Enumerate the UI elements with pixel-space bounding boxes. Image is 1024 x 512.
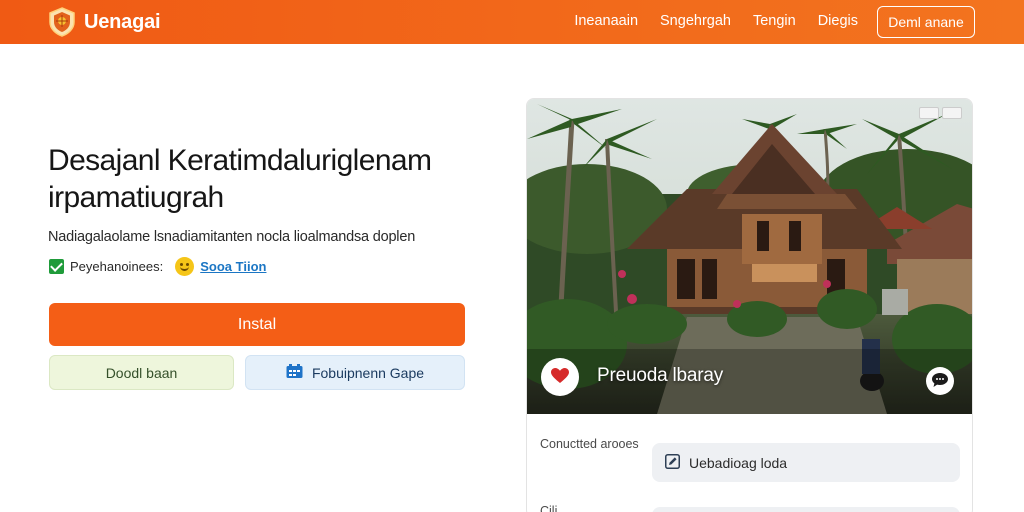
badge-icon-2	[942, 107, 962, 119]
secondary-blue-label: Fobuipnenn Gape	[311, 364, 425, 381]
header-cta-button[interactable]: Deml anane	[877, 6, 975, 38]
hero-title: Desajanl Keratimdaluriglenam irpamatiugr…	[48, 142, 478, 216]
nav-link-1[interactable]: Ineanaain	[574, 13, 638, 29]
second-input[interactable]	[652, 507, 960, 512]
shield-logo-icon	[48, 7, 76, 37]
feature-check-label: Peyehanoinees:	[70, 259, 164, 274]
nav-link-3[interactable]: Tengin	[753, 13, 796, 29]
chat-icon	[932, 372, 948, 390]
secondary-green-button[interactable]: Doodl baan	[49, 355, 234, 390]
grid-icon	[286, 363, 303, 382]
install-button[interactable]: Instal	[49, 303, 465, 346]
photo-badges	[919, 107, 962, 119]
edit-icon	[665, 453, 680, 472]
brand-name: Uenagai	[84, 10, 161, 33]
field-label-2: Cili	[540, 504, 558, 512]
chat-button[interactable]	[926, 367, 954, 395]
nav-link-4[interactable]: Diegis	[818, 13, 858, 29]
hero-title-line-1: Desajanl Keratimdaluriglenam	[48, 144, 432, 177]
field-label: Conuctted arooes	[540, 437, 639, 451]
heart-icon	[551, 367, 569, 387]
hero-subtitle: Nadiagalaolame lsnadiamitanten nocla lio…	[48, 229, 416, 245]
badge-icon-1	[919, 107, 939, 119]
checkbox-icon[interactable]	[49, 259, 64, 274]
photo-caption: Preuoda lbaray	[597, 365, 724, 386]
main-nav: Ineanaain Sngehrgah Tengin Diegis	[574, 13, 858, 29]
detail-input-value: Uebadioag loda	[689, 454, 788, 471]
house-photo	[527, 99, 972, 414]
brand-logo[interactable]: Uenagai	[48, 7, 161, 37]
detail-input[interactable]: Uebadioag loda	[652, 443, 960, 482]
secondary-blue-button[interactable]: Fobuipnenn Gape	[245, 355, 465, 390]
favorite-button[interactable]	[541, 358, 579, 396]
feature-row: Peyehanoinees: Sooa Tiion	[49, 257, 266, 276]
nav-link-2[interactable]: Sngehrgah	[660, 13, 731, 29]
feature-link[interactable]: Sooa Tiion	[200, 259, 266, 274]
hero-title-line-2: irpamatiugrah	[48, 181, 224, 214]
preview-card: Preuoda lbaray Conuctted arooes Uebadioa…	[526, 98, 973, 512]
top-navigation-bar: Uenagai Ineanaain Sngehrgah Tengin Diegi…	[0, 0, 1024, 44]
smile-icon	[175, 257, 195, 276]
